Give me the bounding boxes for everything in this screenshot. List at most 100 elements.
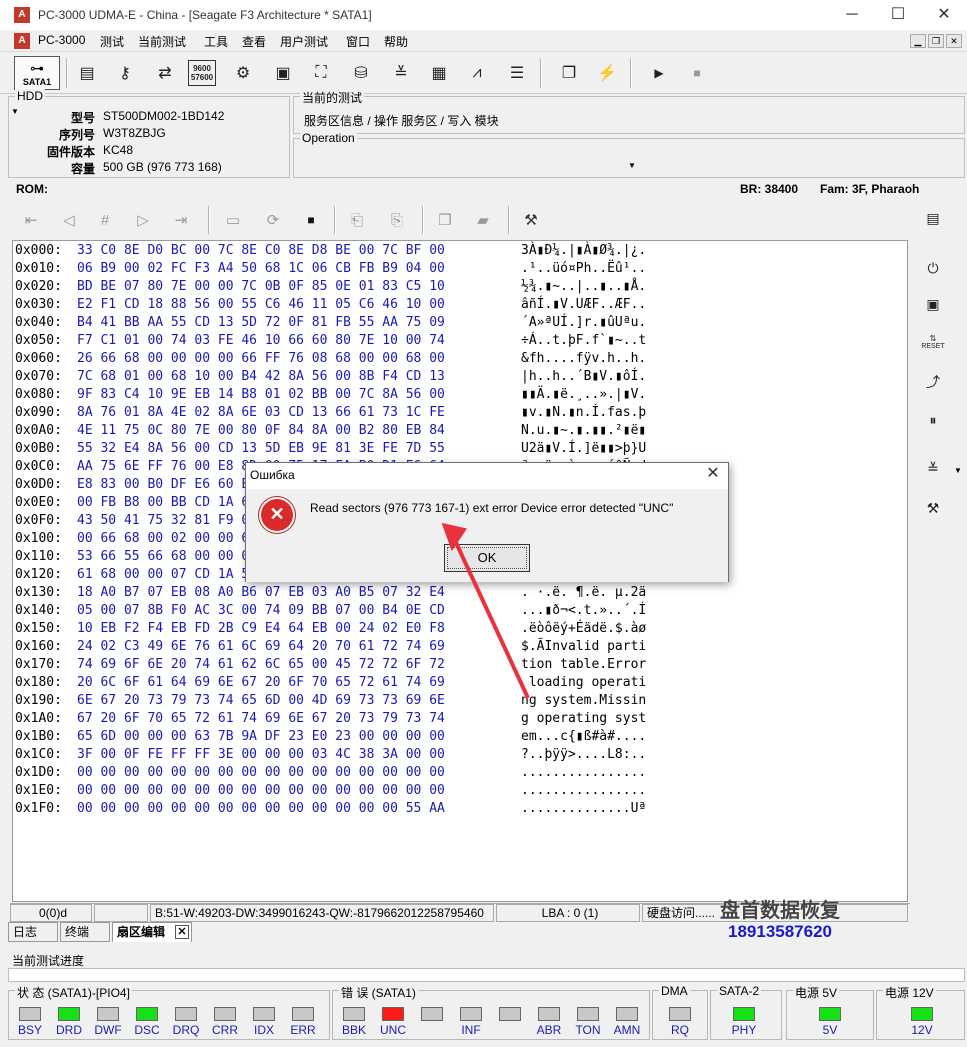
dialog-close-icon[interactable]: ✕ <box>704 465 722 483</box>
baud-rate-button[interactable]: 9600 57600 <box>188 60 216 86</box>
hex-row[interactable]: 0x090: 8A 76 01 8A 4E 02 8A 6E 03 CD 13 6… <box>13 405 907 423</box>
menu-window[interactable]: 窗口 <box>346 33 370 50</box>
layers-icon[interactable]: ≚ <box>918 454 948 482</box>
hex-bytes[interactable]: 00 00 00 00 00 00 00 00 00 00 00 00 00 0… <box>77 765 445 780</box>
hex-row[interactable]: 0x1A0: 67 20 6F 70 65 72 61 74 69 6E 67 2… <box>13 711 907 729</box>
pause-icon[interactable]: ⏸ <box>918 406 948 434</box>
hex-row[interactable]: 0x050: F7 C1 01 00 74 03 FE 46 10 66 60 8… <box>13 333 907 351</box>
maximize-button[interactable]: ☐ <box>875 0 921 30</box>
hex-bytes[interactable]: 74 69 6F 6E 20 74 61 62 6C 65 00 45 72 7… <box>77 657 445 672</box>
menu-current-test[interactable]: 当前测试 <box>138 33 186 50</box>
menu-tools[interactable]: 工具 <box>204 33 228 50</box>
chip-icon[interactable]: ▣ <box>268 58 298 88</box>
hex-bytes[interactable]: 6E 67 20 73 79 73 74 65 6D 00 4D 69 73 7… <box>77 693 445 708</box>
windows-icon[interactable]: ❐ <box>554 58 584 88</box>
hex-ascii[interactable]: âñÍ.▮V.UÆF..ÆF.. <box>521 297 646 312</box>
hex-row[interactable]: 0x080: 9F 83 C4 10 9E EB 14 B8 01 02 BB 0… <box>13 387 907 405</box>
tools-icon[interactable]: ⚒ <box>918 494 948 522</box>
hex-bytes[interactable]: BD BE 07 80 7E 00 00 7C 0B 0F 85 0E 01 8… <box>77 279 445 294</box>
hex-ascii[interactable]: ................ <box>521 765 646 780</box>
key-icon[interactable]: ⚷ <box>110 58 140 88</box>
play-icon[interactable]: ▶ <box>644 58 674 88</box>
prev-sector-icon[interactable]: ◁ <box>54 206 84 234</box>
hex-row[interactable]: 0x060: 26 66 68 00 00 00 00 66 FF 76 08 6… <box>13 351 907 369</box>
hex-bytes[interactable]: 20 6C 6F 61 64 69 6E 67 20 6F 70 65 72 6… <box>77 675 445 690</box>
tab-close-icon[interactable]: ✕ <box>175 925 189 939</box>
hex-bytes[interactable]: 4E 11 75 0C 80 7E 00 80 0F 84 8A 00 B2 8… <box>77 423 445 438</box>
menu-pc3000[interactable]: PC-3000 <box>38 33 85 47</box>
stop-read-icon[interactable]: ■ <box>296 206 326 234</box>
hex-bytes[interactable]: 05 00 07 8B F0 AC 3C 00 74 09 BB 07 00 B… <box>77 603 445 618</box>
goto-sector-icon[interactable]: # <box>90 206 120 234</box>
list-icon[interactable]: ☰ <box>502 58 532 88</box>
hex-bytes[interactable]: 8A 76 01 8A 4E 02 8A 6E 03 CD 13 66 61 7… <box>77 405 445 420</box>
hex-bytes[interactable]: 18 A0 B7 07 EB 08 A0 B6 07 EB 03 A0 B5 0… <box>77 585 445 600</box>
refresh-icon[interactable]: ⟳ <box>258 206 288 234</box>
hex-bytes[interactable]: 24 02 C3 49 6E 76 61 6C 69 64 20 70 61 7… <box>77 639 445 654</box>
hex-bytes[interactable]: B4 41 BB AA 55 CD 13 5D 72 0F 81 FB 55 A… <box>77 315 445 330</box>
hex-ascii[interactable]: em...c{▮ß#à#.... <box>521 729 646 744</box>
hex-ascii[interactable]: N.u.▮~.▮.▮▮.²▮ë▮ <box>521 423 646 438</box>
hex-bytes[interactable]: 65 6D 00 00 00 63 7B 9A DF 23 E0 23 00 0… <box>77 729 445 744</box>
hex-row[interactable]: 0x1C0: 3F 00 0F FE FF FF 3E 00 00 00 03 4… <box>13 747 907 765</box>
operation-dropdown-icon[interactable]: ▼ <box>628 161 636 170</box>
hex-bytes[interactable]: 33 C0 8E D0 BC 00 7C 8E C0 8E D8 BE 00 7… <box>77 243 445 258</box>
hex-ascii[interactable]: |h..h..´B▮V.▮ôÍ. <box>521 369 646 384</box>
hex-ascii[interactable]: ..............Uª <box>521 801 646 816</box>
dropdown-arrow-icon[interactable]: ▼ <box>954 466 962 475</box>
app-icon[interactable]: A <box>14 7 30 23</box>
passport-icon[interactable]: ▤ <box>72 58 102 88</box>
hex-ascii[interactable]: g operating syst <box>521 711 646 726</box>
hex-ascii[interactable]: .¹..üó¤Ph..Ëû¹.. <box>521 261 646 276</box>
hex-ascii[interactable]: 3À▮Ð¼.|▮À▮Ø¾.|¿. <box>521 243 646 258</box>
tab-log[interactable]: 日志 <box>8 922 58 942</box>
chip-icon[interactable]: ▣ <box>918 290 948 318</box>
hex-ascii[interactable]: ?..þÿÿ>....L8:.. <box>521 747 646 762</box>
hex-bytes[interactable]: 7C 68 01 00 68 10 00 B4 42 8A 56 00 8B F… <box>77 369 445 384</box>
tools-icon[interactable]: ⚒ <box>516 206 546 234</box>
reset-button[interactable]: ⇅ RESET <box>918 328 948 356</box>
last-sector-icon[interactable]: ⇥ <box>166 206 196 234</box>
hex-ascii[interactable]: ÷Á..t.þF.f`▮~..t <box>521 333 646 348</box>
hex-ascii[interactable]: &fh....fÿv.h..h. <box>521 351 646 366</box>
next-sector-icon[interactable]: ▷ <box>128 206 158 234</box>
hex-ascii[interactable]: ▮▮Ä.▮ë.¸..».|▮V. <box>521 387 646 402</box>
hex-row[interactable]: 0x040: B4 41 BB AA 55 CD 13 5D 72 0F 81 F… <box>13 315 907 333</box>
tree-icon[interactable]: ⛶ <box>306 58 336 88</box>
copy-icon[interactable]: ❐ <box>430 206 460 234</box>
hex-row[interactable]: 0x1E0: 00 00 00 00 00 00 00 00 00 00 00 0… <box>13 783 907 801</box>
run-icon[interactable]: ⚡ <box>592 58 622 88</box>
grid-icon[interactable]: ▦ <box>424 58 454 88</box>
hex-row[interactable]: 0x070: 7C 68 01 00 68 10 00 B4 42 8A 56 0… <box>13 369 907 387</box>
power-icon[interactable]: ⏻ <box>918 254 948 282</box>
mdi-close-button[interactable]: ✕ <box>946 34 962 48</box>
hex-ascii[interactable]: U2ä▮V.Í.]ë▮▮>þ}U <box>521 441 646 456</box>
hex-bytes[interactable]: 10 EB F2 F4 EB FD 2B C9 E4 64 EB 00 24 0… <box>77 621 445 636</box>
hex-bytes[interactable]: 3F 00 0F FE FF FF 3E 00 00 00 03 4C 38 3… <box>77 747 445 762</box>
stop-icon[interactable]: ■ <box>682 58 712 88</box>
gear-icon[interactable]: ⚙ <box>228 58 258 88</box>
hex-bytes[interactable]: E2 F1 CD 18 88 56 00 55 C6 46 11 05 C6 4… <box>77 297 445 312</box>
sata-port-button[interactable]: ⊶ SATA1 <box>14 56 60 90</box>
first-sector-icon[interactable]: ⇤ <box>16 206 46 234</box>
hex-row[interactable]: 0x1D0: 00 00 00 00 00 00 00 00 00 00 00 0… <box>13 765 907 783</box>
tab-sector-editor[interactable]: 扇区编辑 ✕ <box>112 922 192 942</box>
passport-icon[interactable]: ▤ <box>918 204 948 232</box>
menu-user-test[interactable]: 用户测试 <box>280 33 328 50</box>
hex-bytes[interactable]: 26 66 68 00 00 00 00 66 FF 76 08 68 00 0… <box>77 351 445 366</box>
minimize-button[interactable]: ─ <box>829 0 875 30</box>
hex-row[interactable]: 0x020: BD BE 07 80 7E 00 00 7C 0B 0F 85 0… <box>13 279 907 297</box>
hex-row[interactable]: 0x000: 33 C0 8E D0 BC 00 7C 8E C0 8E D8 B… <box>13 243 907 261</box>
tab-terminal[interactable]: 终端 <box>60 922 110 942</box>
close-button[interactable]: ✕ <box>921 0 967 30</box>
save-icon[interactable]: ▭ <box>218 206 248 234</box>
hex-bytes[interactable]: 55 32 E4 8A 56 00 CD 13 5D EB 9E 81 3E F… <box>77 441 445 456</box>
hex-bytes[interactable]: 67 20 6F 70 65 72 61 74 69 6E 67 20 73 7… <box>77 711 445 726</box>
mdi-restore-button[interactable]: ❐ <box>928 34 944 48</box>
hex-ascii[interactable]: ´A»ªUÍ.]r.▮ûUªu. <box>521 315 646 330</box>
hex-bytes[interactable]: 06 B9 00 02 FC F3 A4 50 68 1C 06 CB FB B… <box>77 261 445 276</box>
hex-bytes[interactable]: 00 00 00 00 00 00 00 00 00 00 00 00 00 0… <box>77 801 445 816</box>
wave-icon[interactable]: ⩘ <box>462 58 492 88</box>
open-file-icon[interactable]: ⎗ <box>342 206 372 234</box>
paste-icon[interactable]: ▰ <box>468 206 498 234</box>
